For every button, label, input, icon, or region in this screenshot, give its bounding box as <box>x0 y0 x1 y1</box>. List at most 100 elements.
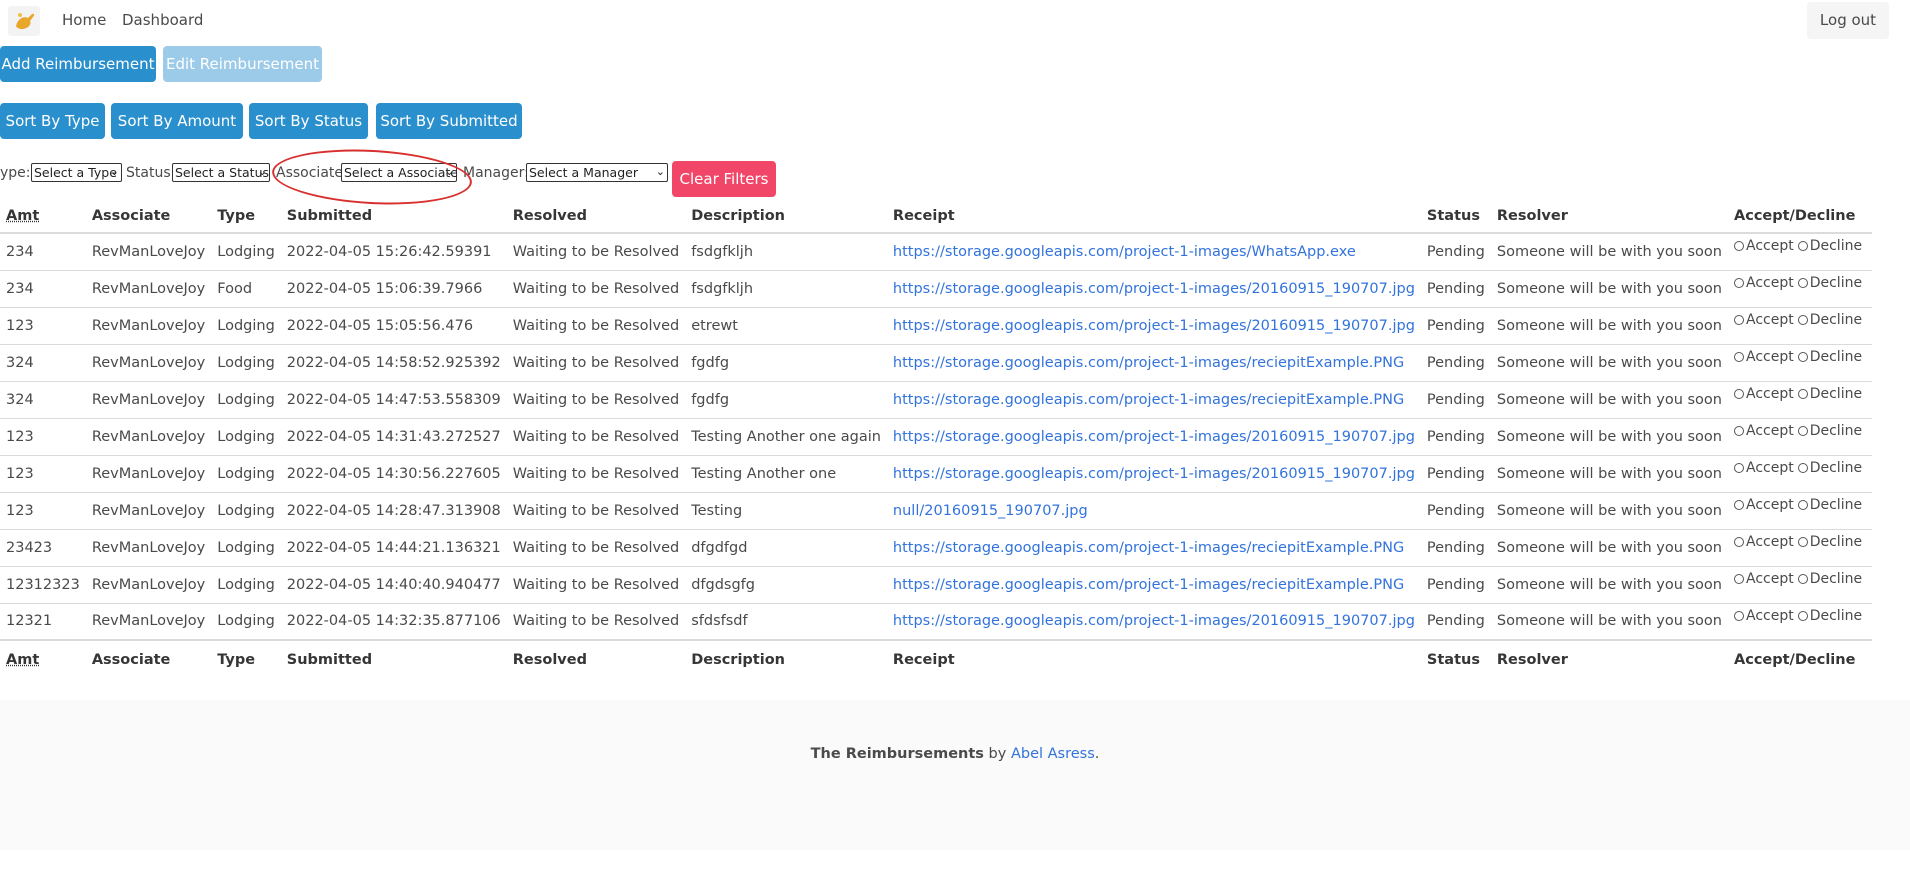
hand-logo-icon[interactable] <box>8 6 40 36</box>
decline-radio[interactable]: Decline <box>1797 275 1862 291</box>
accept-radio[interactable]: Accept <box>1734 312 1794 328</box>
decline-radio[interactable]: Decline <box>1797 608 1862 624</box>
accept-radio[interactable]: Accept <box>1734 460 1794 476</box>
accept-radio[interactable]: Accept <box>1734 497 1794 513</box>
manager-filter-select[interactable]: Select a Manager ⌄ <box>526 163 668 182</box>
cell-accept-decline: Accept Decline <box>1728 492 1873 530</box>
decline-radio[interactable]: Decline <box>1797 533 1863 550</box>
table-row: 12312323 RevManLoveJoy Lodging 2022-04-05 1… <box>0 566 1873 604</box>
radio-circle-icon[interactable] <box>1797 499 1808 510</box>
radio-circle-icon[interactable] <box>1797 351 1808 362</box>
clear-filters-button[interactable]: Clear Filters <box>672 161 776 197</box>
decline-radio[interactable]: Decline <box>1797 238 1862 254</box>
accept-radio[interactable]: Accept <box>1734 423 1794 439</box>
receipt-link[interactable]: https://storage.googleapis.com/project-1… <box>893 318 1415 334</box>
radio-circle-icon[interactable] <box>1797 610 1808 621</box>
cell-receipt: https://storage.googleapis.com/project-1… <box>886 455 1421 493</box>
decline-radio[interactable]: Decline <box>1797 349 1862 365</box>
sort-by-amount-button[interactable]: Sort By Amount <box>111 103 243 139</box>
decline-radio[interactable]: Decline <box>1797 311 1863 328</box>
logout-button[interactable]: Log out <box>1807 2 1889 39</box>
cell-accept-decline: Accept Decline <box>1728 529 1873 567</box>
accept-radio[interactable]: Accept <box>1734 534 1794 550</box>
radio-circle-icon[interactable] <box>1797 536 1808 547</box>
footer-author-link[interactable]: Abel Asress <box>1011 746 1095 762</box>
table-footer-row: Amt Associate Type Submitted Resolved De… <box>0 639 1873 678</box>
receipt-link[interactable]: https://storage.googleapis.com/project-1… <box>893 392 1404 408</box>
radio-circle-icon[interactable] <box>1734 462 1744 473</box>
type-filter-value: Select a Type <box>34 165 117 180</box>
sort-by-submitted-button[interactable]: Sort By Submitted <box>376 103 522 139</box>
receipt-link[interactable]: https://storage.googleapis.com/project-1… <box>893 244 1356 260</box>
cell-resolved: Waiting to be Resolved <box>506 381 686 419</box>
receipt-link[interactable]: https://storage.googleapis.com/project-1… <box>893 577 1404 593</box>
decline-radio[interactable]: Decline <box>1797 496 1863 513</box>
decline-label: Decline <box>1809 496 1863 513</box>
chevron-down-icon: ⌄ <box>109 165 119 178</box>
radio-circle-icon[interactable] <box>1734 536 1744 547</box>
cell-receipt: null/20160915_190707.jpg <box>886 492 1421 530</box>
sort-by-status-button[interactable]: Sort By Status <box>249 103 368 139</box>
edit-reimbursement-button[interactable]: Edit Reimbursement <box>163 46 322 82</box>
add-reimbursement-button[interactable]: Add Reimbursement <box>0 46 156 82</box>
radio-circle-icon[interactable] <box>1734 314 1744 325</box>
cell-status: Pending <box>1420 529 1491 567</box>
radio-circle-icon[interactable] <box>1797 277 1808 288</box>
radio-circle-icon[interactable] <box>1734 241 1744 251</box>
accept-radio[interactable]: Accept <box>1734 608 1794 624</box>
accept-radio[interactable]: Accept <box>1734 275 1794 291</box>
cell-status: Pending <box>1420 603 1491 641</box>
decline-label: Decline <box>1809 311 1863 328</box>
accept-radio[interactable]: Accept <box>1734 238 1794 254</box>
cell-amt: 234 <box>0 233 86 271</box>
radio-circle-icon[interactable] <box>1797 425 1808 436</box>
decline-radio[interactable]: Decline <box>1797 460 1862 476</box>
cell-amt: 324 <box>0 381 86 419</box>
radio-circle-icon[interactable] <box>1734 277 1744 288</box>
decline-label: Decline <box>1809 570 1863 587</box>
radio-circle-icon[interactable] <box>1797 388 1808 399</box>
accept-radio[interactable]: Accept <box>1734 571 1794 587</box>
radio-circle-icon[interactable] <box>1734 499 1744 510</box>
accept-label: Accept <box>1746 533 1794 550</box>
status-filter-select[interactable]: Select a Status ⌄ <box>172 163 270 182</box>
radio-circle-icon[interactable] <box>1734 610 1744 621</box>
nav-dashboard-link[interactable]: Dashboard <box>122 11 203 29</box>
cell-type: Lodging <box>211 344 281 382</box>
sort-by-type-button[interactable]: Sort By Type <box>0 103 105 139</box>
receipt-link[interactable]: https://storage.googleapis.com/project-1… <box>893 466 1415 482</box>
receipt-link[interactable]: https://storage.googleapis.com/project-1… <box>893 355 1404 371</box>
accept-radio[interactable]: Accept <box>1734 386 1794 402</box>
radio-circle-icon[interactable] <box>1734 388 1744 399</box>
radio-circle-icon[interactable] <box>1734 425 1744 436</box>
header-accept-decline: Accept/Decline <box>1728 200 1873 234</box>
cell-accept-decline: Accept Decline <box>1728 307 1873 345</box>
radio-circle-icon[interactable] <box>1734 351 1744 362</box>
footer-resolved: Resolved <box>506 639 686 678</box>
radio-circle-icon[interactable] <box>1734 573 1744 584</box>
receipt-link[interactable]: null/20160915_190707.jpg <box>893 503 1088 519</box>
radio-circle-icon[interactable] <box>1797 573 1808 584</box>
radio-circle-icon[interactable] <box>1797 462 1808 473</box>
decline-radio[interactable]: Decline <box>1797 423 1862 439</box>
cell-accept-decline: Accept Decline <box>1728 603 1873 641</box>
cell-status: Pending <box>1420 566 1491 604</box>
cell-receipt: https://storage.googleapis.com/project-1… <box>886 344 1421 382</box>
cell-description: dfgdsgfg <box>685 566 887 604</box>
accept-radio[interactable]: Accept <box>1734 349 1794 365</box>
radio-circle-icon[interactable] <box>1797 241 1808 251</box>
decline-radio[interactable]: Decline <box>1797 386 1862 402</box>
cell-resolved: Waiting to be Resolved <box>506 270 686 308</box>
status-filter-value: Select a Status <box>175 165 270 180</box>
receipt-link[interactable]: https://storage.googleapis.com/project-1… <box>893 613 1415 629</box>
decline-label: Decline <box>1809 533 1863 550</box>
type-filter-select[interactable]: Select a Type ⌄ <box>31 163 122 182</box>
nav-home-link[interactable]: Home <box>62 11 106 29</box>
decline-radio[interactable]: Decline <box>1797 570 1863 587</box>
receipt-link[interactable]: https://storage.googleapis.com/project-1… <box>893 540 1404 556</box>
receipt-link[interactable]: https://storage.googleapis.com/project-1… <box>893 281 1415 297</box>
receipt-link[interactable]: https://storage.googleapis.com/project-1… <box>893 429 1415 445</box>
manager-filter-label: Manager: <box>463 165 529 181</box>
radio-circle-icon[interactable] <box>1797 314 1808 325</box>
footer-resolver: Resolver <box>1490 639 1728 678</box>
